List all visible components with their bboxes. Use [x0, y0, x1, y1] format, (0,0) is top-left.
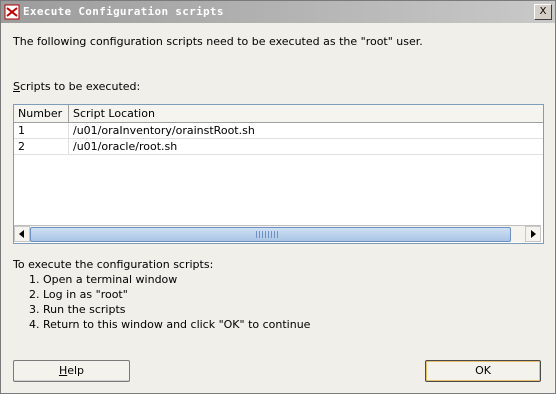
scripts-label: Scripts to be executed: [13, 80, 140, 93]
cell-number: 2 [14, 139, 69, 154]
arrow-right-icon [531, 230, 536, 238]
table-row[interactable]: 1 /u01/oraInventory/orainstRoot.sh [14, 123, 543, 139]
title-bar[interactable]: Execute Configuration scripts X [1, 1, 555, 23]
scroll-right-button[interactable] [525, 226, 541, 242]
dialog-window: Execute Configuration scripts X The foll… [0, 0, 556, 394]
scripts-table[interactable]: Number Script Location 1 /u01/oraInvento… [13, 104, 544, 244]
ok-button-label: OK [475, 364, 491, 377]
column-header-number[interactable]: Number [14, 105, 69, 122]
column-header-script-location[interactable]: Script Location [69, 105, 155, 122]
close-button[interactable]: X [534, 4, 552, 20]
instruction-step: 2. Log in as "root" [29, 288, 128, 301]
scroll-left-button[interactable] [14, 226, 30, 242]
help-button-mnemonic: H [58, 364, 68, 377]
scrollbar-thumb[interactable] [30, 227, 511, 242]
table-header: Number Script Location [14, 105, 543, 123]
close-icon: X [539, 6, 547, 17]
help-button-label: elp [67, 364, 85, 377]
scripts-label-text: cripts to be executed: [19, 80, 141, 93]
instruction-step: 1. Open a terminal window [29, 273, 178, 286]
grip-icon [256, 231, 278, 238]
cell-number: 1 [14, 123, 69, 138]
instruction-step: 4. Return to this window and click "OK" … [29, 318, 311, 331]
table-row[interactable]: 2 /u01/oracle/root.sh [14, 139, 543, 155]
help-button[interactable]: Help [13, 360, 130, 382]
instructions: To execute the configuration scripts: 1.… [13, 257, 310, 332]
intro-text: The following configuration scripts need… [13, 35, 423, 48]
arrow-left-icon [19, 230, 24, 238]
instruction-step: 3. Run the scripts [29, 303, 126, 316]
window-title: Execute Configuration scripts [23, 5, 224, 18]
instructions-heading: To execute the configuration scripts: [13, 258, 214, 271]
scripts-label-mnemonic: S [13, 80, 20, 93]
cell-script-location: /u01/oracle/root.sh [73, 140, 178, 153]
horizontal-scrollbar[interactable] [14, 225, 541, 242]
java-app-icon [4, 4, 20, 20]
ok-button[interactable]: OK [425, 360, 541, 382]
cell-script-location: /u01/oraInventory/orainstRoot.sh [73, 124, 255, 137]
